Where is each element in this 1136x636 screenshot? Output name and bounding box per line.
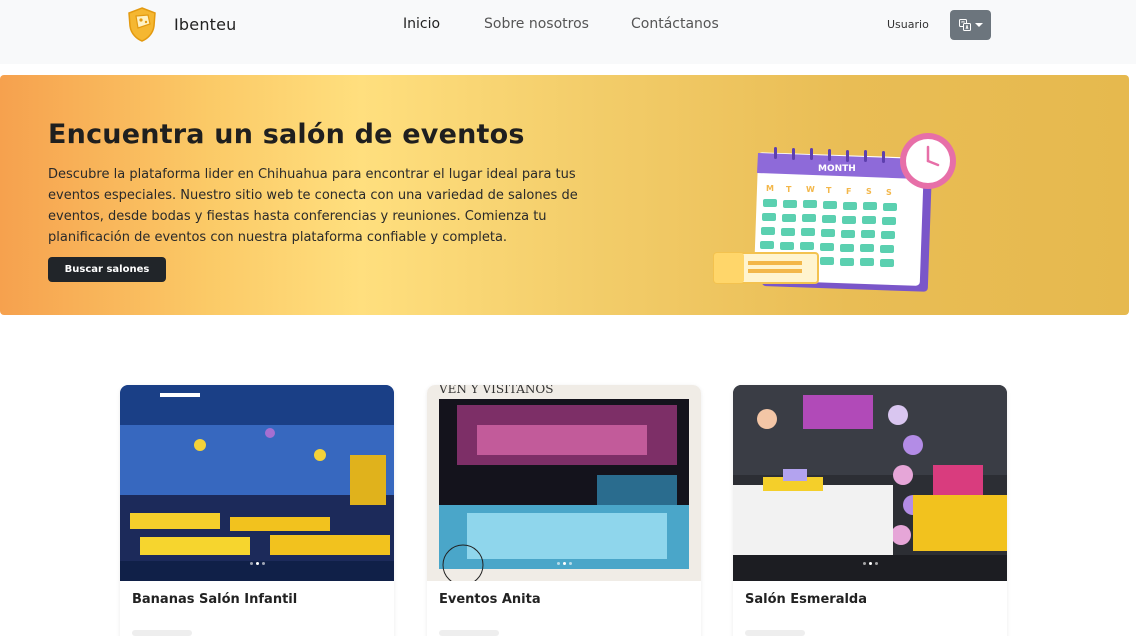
event-hall-photo[interactable]: VEN Y VISÍTANOS (427, 385, 701, 581)
svg-text:F: F (846, 187, 851, 196)
venue-card[interactable]: Bananas Salón Infantil (120, 385, 394, 636)
carousel-dot[interactable] (868, 562, 872, 565)
venue-title[interactable]: Eventos Anita (439, 592, 541, 607)
carousel-dot[interactable] (556, 562, 560, 565)
navbar: Ibenteu Inicio Sobre nosotros Contáctano… (0, 0, 1136, 64)
venue-subtitle-placeholder (745, 630, 805, 636)
carousel-indicators[interactable] (427, 562, 701, 565)
hero-banner: Encuentra un salón de eventos Descubre l… (0, 75, 1129, 315)
hero-description: Descubre la plataforma lider en Chihuahu… (48, 167, 578, 245)
svg-text:W: W (806, 185, 815, 194)
carousel-dot[interactable] (261, 562, 265, 565)
carousel-dot[interactable] (874, 562, 878, 565)
carousel-dot[interactable] (568, 562, 572, 565)
brand-name: Ibenteu (174, 14, 237, 34)
carousel-indicators[interactable] (120, 562, 394, 565)
venue-title[interactable]: Bananas Salón Infantil (132, 592, 297, 607)
party-hall-photo[interactable] (120, 385, 394, 581)
carousel-indicators[interactable] (733, 562, 1007, 565)
calendar-month-label: MONTH (818, 164, 856, 174)
svg-text:S: S (886, 188, 892, 197)
carousel-dot[interactable] (249, 562, 253, 565)
svg-text:M: M (766, 184, 774, 193)
svg-text:T: T (826, 186, 832, 195)
chevron-down-icon (974, 23, 983, 27)
svg-text:T: T (786, 185, 792, 194)
language-dropdown-button[interactable] (950, 10, 991, 40)
nav-link-sobre-nosotros[interactable]: Sobre nosotros (484, 16, 589, 32)
brand[interactable]: Ibenteu (126, 6, 237, 42)
svg-text:S: S (866, 187, 872, 196)
birthday-party-photo[interactable] (733, 385, 1007, 581)
user-menu-label[interactable]: Usuario (887, 18, 929, 31)
search-venues-button[interactable]: Buscar salones (48, 257, 166, 282)
hero-title: Encuentra un salón de eventos (48, 119, 525, 150)
carousel-dot[interactable] (862, 562, 866, 565)
venue-card[interactable]: Salón Esmeralda (733, 385, 1007, 636)
venue-subtitle-placeholder (132, 630, 192, 636)
image-caption: VEN Y VISÍTANOS (438, 385, 553, 396)
venue-title[interactable]: Salón Esmeralda (745, 592, 867, 607)
venue-subtitle-placeholder (439, 630, 499, 636)
nav-link-inicio[interactable]: Inicio (403, 16, 440, 32)
carousel-dot[interactable] (562, 562, 566, 565)
nav-link-contactanos[interactable]: Contáctanos (631, 16, 719, 32)
calendar-illustration: MONTH M T W T F S S (713, 133, 956, 292)
carousel-dot[interactable] (255, 562, 259, 565)
venue-card[interactable]: VEN Y VISÍTANOS Eventos Anita (427, 385, 701, 636)
cheese-shield-icon (128, 7, 156, 42)
translate-icon (958, 19, 971, 31)
